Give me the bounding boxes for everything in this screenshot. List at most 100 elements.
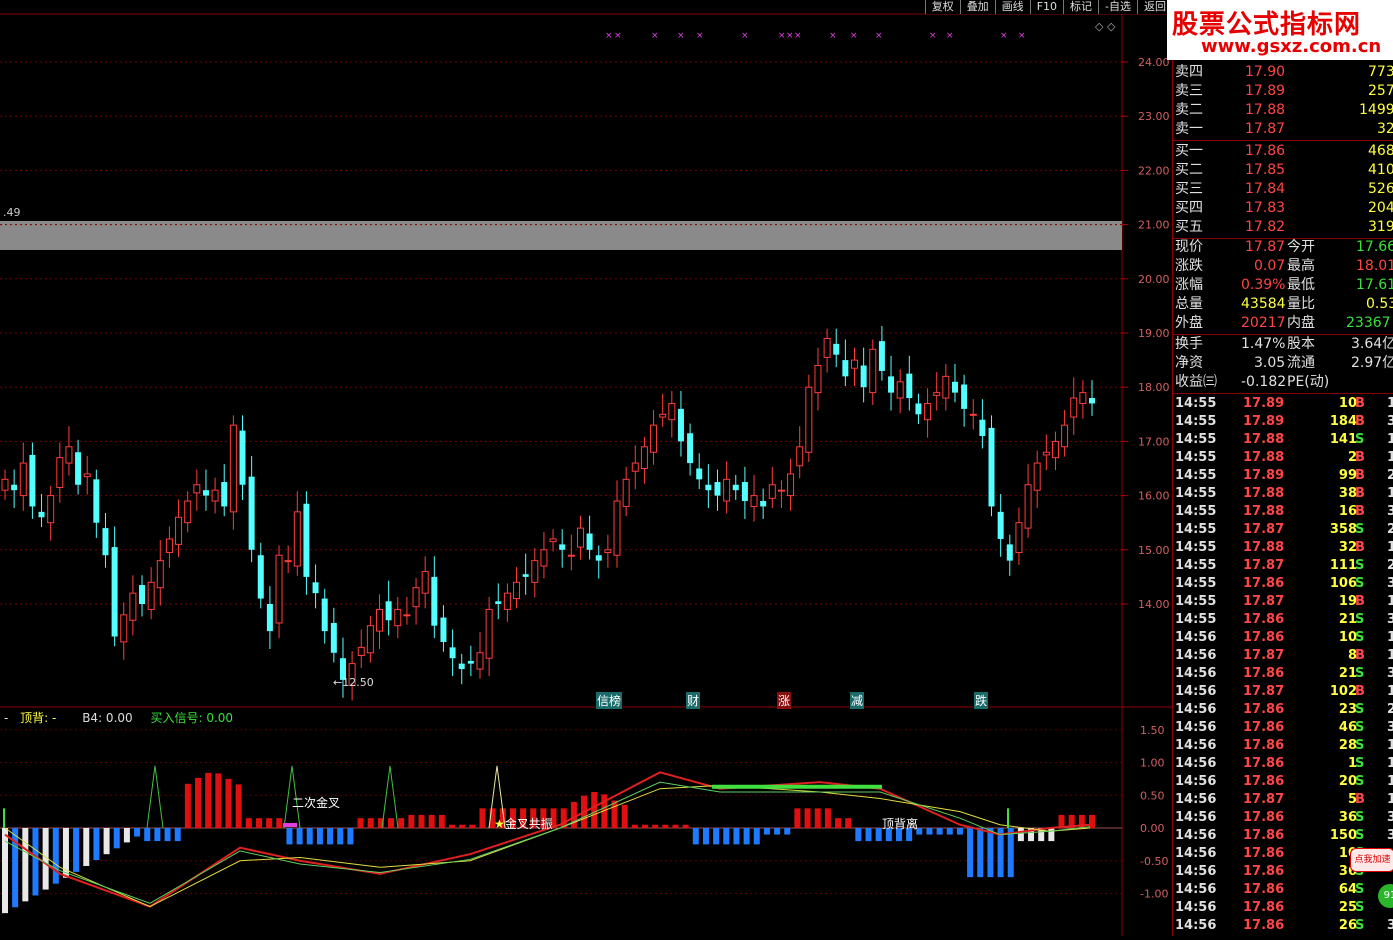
tick-direction: B xyxy=(1355,594,1365,609)
order-level[interactable]: 买一 17.86 468 xyxy=(1173,142,1393,161)
tick-row[interactable]: 14:55 17.88 38 B 1 xyxy=(1173,485,1393,503)
sub-y-tick-label: 0.00 xyxy=(1140,822,1165,835)
macd-bar xyxy=(733,828,740,845)
tick-row[interactable]: 14:55 17.86 106 S 3 xyxy=(1173,575,1393,593)
brand-url: www.gsxz.com.cn xyxy=(1201,36,1382,57)
macd-bar xyxy=(337,828,344,845)
tick-row[interactable]: 14:56 17.86 26 S 3 xyxy=(1173,917,1393,935)
macd-bar xyxy=(93,828,100,861)
tick-row[interactable]: 14:55 17.88 2 B 1 xyxy=(1173,449,1393,467)
candle-body xyxy=(997,511,1004,539)
draw-line-button[interactable]: 画线 xyxy=(994,0,1030,14)
tick-direction: S xyxy=(1355,720,1365,735)
tick-count: 2 xyxy=(1387,702,1393,717)
macd-bar xyxy=(459,824,466,828)
stat-value: 43584 xyxy=(1241,296,1286,312)
order-level[interactable]: 卖三 17.89 257 xyxy=(1173,82,1393,101)
f10-button[interactable]: F10 xyxy=(1029,0,1064,14)
candle-body xyxy=(1006,544,1013,561)
tick-row[interactable]: 14:56 17.86 23 S 2 xyxy=(1173,701,1393,719)
macd-bar xyxy=(774,828,781,835)
candle-body xyxy=(631,462,639,472)
tick-price: 17.88 xyxy=(1243,486,1285,501)
tick-count: 1 xyxy=(1387,594,1393,609)
tick-row[interactable]: 14:55 17.88 32 B 1 xyxy=(1173,539,1393,557)
tick-row[interactable]: 14:55 17.88 141 S 1 xyxy=(1173,431,1393,449)
tick-count: 1 xyxy=(1387,792,1393,807)
tick-row[interactable]: 14:56 17.86 1 S 1 xyxy=(1173,755,1393,773)
overlay-button[interactable]: 叠加 xyxy=(959,0,995,14)
macd-bar xyxy=(255,818,262,828)
tick-row[interactable]: 14:55 17.87 19 B 1 xyxy=(1173,593,1393,611)
tick-price: 17.89 xyxy=(1243,468,1285,483)
fund-label: 股本 xyxy=(1287,336,1315,352)
stat-label: 最低 xyxy=(1287,277,1315,293)
chart-area[interactable]: 24.00 23.00 22.00 21.00 20.00 19.00 18.00 17.00… xyxy=(0,0,1172,936)
event-tag[interactable]: 跌 xyxy=(974,692,989,709)
tick-row[interactable]: 14:56 17.86 20 S 1 xyxy=(1173,773,1393,791)
tick-row[interactable]: 14:55 17.89 99 B 2 xyxy=(1173,467,1393,485)
buy-signal-label: 买入信号: 0.00 xyxy=(150,711,234,725)
event-tag[interactable]: 信榜 xyxy=(596,692,623,709)
tick-row[interactable]: 14:56 17.86 28 S 1 xyxy=(1173,737,1393,755)
tick-row[interactable]: 14:56 17.86 64 S xyxy=(1173,881,1393,899)
stat-label: 最高 xyxy=(1287,258,1315,274)
macd-bar xyxy=(357,818,364,828)
level-volume: 204 xyxy=(1368,200,1393,216)
order-level[interactable]: 买二 17.85 410 xyxy=(1173,161,1393,180)
tick-price: 17.86 xyxy=(1243,900,1285,915)
tick-price: 17.86 xyxy=(1243,774,1285,789)
level-price: 17.83 xyxy=(1245,200,1286,216)
kline-chart[interactable]: 24.00 23.00 22.00 21.00 20.00 19.00 18.00 17.00… xyxy=(0,0,1172,936)
candle-body xyxy=(1,478,9,491)
tick-row[interactable]: 14:56 17.86 10 S 1 xyxy=(1173,629,1393,647)
macd-bar xyxy=(987,828,994,878)
signal-x-icon: × xyxy=(696,31,704,41)
tick-row[interactable]: 14:55 17.89 10 B 1 xyxy=(1173,395,1393,413)
tick-row[interactable]: 14:55 17.89 184 B 3 xyxy=(1173,413,1393,431)
order-level[interactable]: 买三 17.84 526 xyxy=(1173,180,1393,199)
tick-row[interactable]: 14:55 17.87 358 S 2 xyxy=(1173,521,1393,539)
candle-body xyxy=(1079,392,1087,404)
speedup-bubble[interactable]: 点我加速 xyxy=(1350,848,1393,872)
tick-price: 17.86 xyxy=(1243,612,1285,627)
order-level[interactable]: 卖四 17.90 773 xyxy=(1173,63,1393,82)
macd-bar xyxy=(723,828,730,845)
mark-button[interactable]: 标记 xyxy=(1063,0,1099,14)
tick-count: 1 xyxy=(1387,630,1393,645)
event-tag[interactable]: 减 xyxy=(850,692,865,709)
y-tick-label: 18.00 xyxy=(1138,381,1170,394)
fund-value: 2.97亿 xyxy=(1351,355,1393,371)
tick-row[interactable]: 14:56 17.87 8 B 1 xyxy=(1173,647,1393,665)
order-level[interactable]: 卖二 17.88 1499 xyxy=(1173,101,1393,120)
order-level[interactable]: 卖一 17.87 32 xyxy=(1173,120,1393,139)
tick-row[interactable]: 14:56 17.86 25 S xyxy=(1173,899,1393,917)
tick-row[interactable]: 14:56 17.87 5 B 1 xyxy=(1173,791,1393,809)
tick-row[interactable]: 14:56 17.87 102 B 1 xyxy=(1173,683,1393,701)
low-price-label: ←12.50 xyxy=(333,676,374,689)
macd-bar xyxy=(591,792,598,828)
top-div-label: 顶背: - xyxy=(20,711,57,725)
watchlist-button[interactable]: -自选 xyxy=(1098,0,1137,14)
level-price: 17.89 xyxy=(1245,83,1286,99)
macd-bar xyxy=(845,818,852,828)
tick-row[interactable]: 14:56 17.86 36 S 3 xyxy=(1173,809,1393,827)
tick-time: 14:56 xyxy=(1175,630,1217,645)
order-level[interactable]: 买五 17.82 319 xyxy=(1173,218,1393,237)
tick-row[interactable]: 14:56 17.86 21 S 3 xyxy=(1173,665,1393,683)
event-tag[interactable]: 涨 xyxy=(777,692,792,709)
tick-row[interactable]: 14:55 17.88 16 B 3 xyxy=(1173,503,1393,521)
order-level[interactable]: 买四 17.83 204 xyxy=(1173,199,1393,218)
fund-label: PE(动) xyxy=(1287,374,1330,390)
candle-body xyxy=(248,476,255,550)
event-tag[interactable]: 财 xyxy=(686,692,701,709)
tick-row[interactable]: 14:55 17.87 111 S 2 xyxy=(1173,557,1393,575)
macd-bar xyxy=(479,808,486,828)
tick-row[interactable]: 14:56 17.86 150 S 3 xyxy=(1173,827,1393,845)
tick-direction: S xyxy=(1355,900,1365,915)
y-tick-label: 16.00 xyxy=(1138,490,1170,503)
tick-row[interactable]: 14:56 17.86 46 S 3 xyxy=(1173,719,1393,737)
restore-rights-button[interactable]: 复权 xyxy=(924,0,960,14)
tick-row[interactable]: 14:55 17.86 21 S 3 xyxy=(1173,611,1393,629)
tick-count: 1 xyxy=(1387,648,1393,663)
